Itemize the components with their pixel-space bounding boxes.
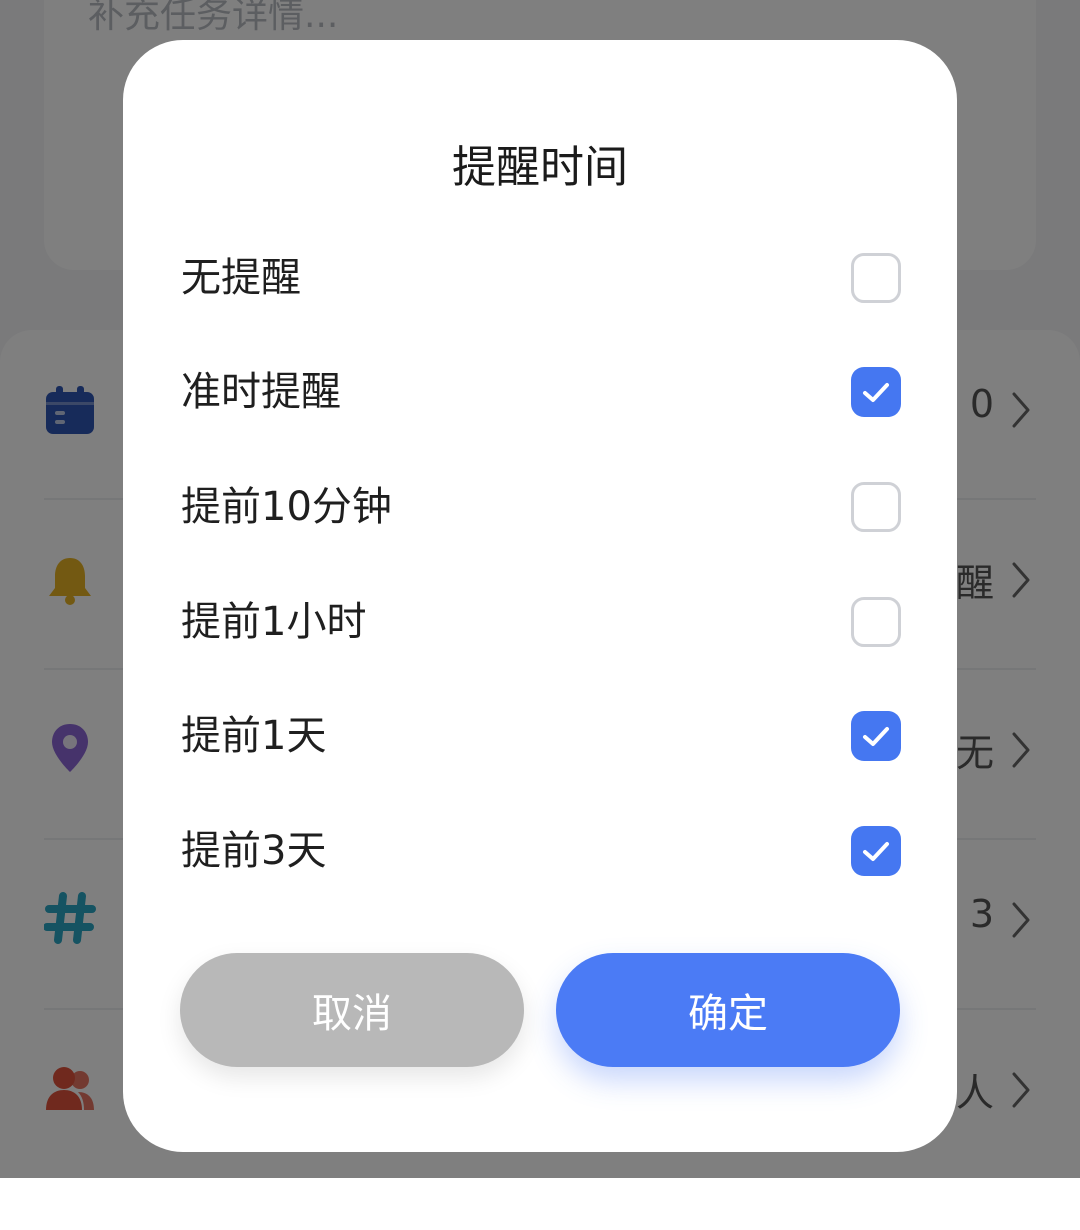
option-label: 准时提醒	[181, 369, 341, 415]
option-label: 提前10分钟	[181, 484, 392, 530]
option-label: 提前1小时	[181, 599, 367, 645]
option-label: 无提醒	[181, 255, 301, 301]
option-1-hour-before[interactable]: 提前1小时	[181, 582, 901, 662]
checkmark-icon	[863, 727, 889, 746]
cancel-button[interactable]: 取消	[180, 953, 524, 1067]
option-1-day-before[interactable]: 提前1天	[181, 696, 901, 776]
option-checkbox[interactable]	[851, 597, 901, 647]
option-checkbox[interactable]	[851, 253, 901, 303]
option-10-minutes-before[interactable]: 提前10分钟	[181, 467, 901, 547]
option-on-time[interactable]: 准时提醒	[181, 352, 901, 432]
option-checkbox[interactable]	[851, 711, 901, 761]
option-no-reminder[interactable]: 无提醒	[181, 238, 901, 318]
checkmark-icon	[863, 842, 889, 861]
dialog-title: 提醒时间	[452, 142, 628, 193]
confirm-button[interactable]: 确定	[556, 953, 900, 1067]
option-checkbox[interactable]	[851, 482, 901, 532]
checkmark-icon	[863, 383, 889, 402]
option-checkbox[interactable]	[851, 367, 901, 417]
option-checkbox[interactable]	[851, 826, 901, 876]
option-label: 提前3天	[181, 828, 327, 874]
option-3-days-before[interactable]: 提前3天	[181, 811, 901, 891]
option-label: 提前1天	[181, 713, 327, 759]
reminder-time-dialog: 提醒时间 无提醒 准时提醒 提前10分钟 提前1小时 提前1天 提前3天 取消 …	[123, 40, 957, 1152]
